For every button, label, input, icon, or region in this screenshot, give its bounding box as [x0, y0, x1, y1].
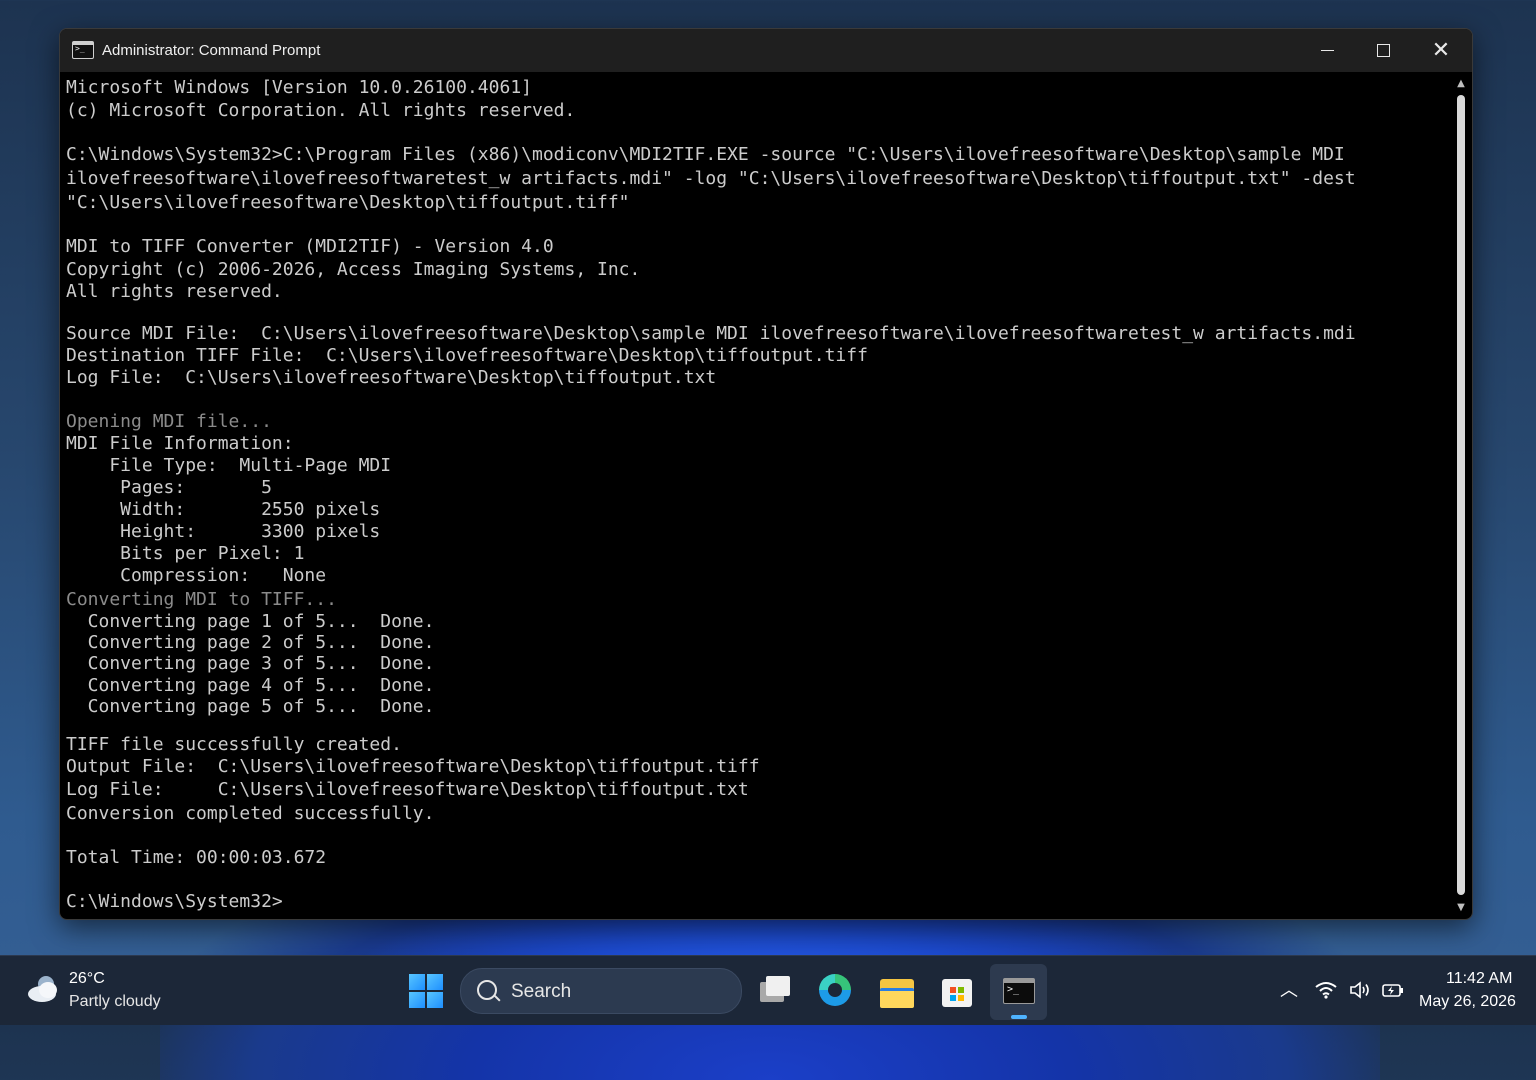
- task-view-button[interactable]: [755, 970, 795, 1010]
- scroll-up-arrow-icon[interactable]: ▲: [1454, 77, 1468, 91]
- console-line: Log File: C:\Users\ilovefreesoftware\Des…: [66, 367, 717, 388]
- console-line: Converting page 1 of 5... Done.: [66, 611, 435, 632]
- console-line: Pages: 5: [66, 477, 272, 498]
- console-line: Converting page 2 of 5... Done.: [66, 632, 435, 653]
- battery-charging-icon[interactable]: [1381, 980, 1405, 1000]
- console-line: Converting page 3 of 5... Done.: [66, 653, 435, 674]
- console-line: Converting page 4 of 5... Done.: [66, 675, 435, 696]
- weather-temperature[interactable]: 26°C: [69, 970, 105, 988]
- console-line: Conversion completed successfully.: [66, 803, 435, 824]
- console-line: Total Time: 00:00:03.672: [66, 847, 327, 868]
- console-line: ilovefreesoftware\ilovefreesoftwaretest_…: [66, 168, 1356, 189]
- close-icon: ✕: [1431, 37, 1451, 63]
- command-prompt-taskbar-button[interactable]: [990, 964, 1047, 1020]
- wifi-icon[interactable]: [1314, 980, 1338, 1000]
- console-line: Log File: C:\Users\ilovefreesoftware\Des…: [66, 779, 749, 800]
- maximize-icon: [1376, 44, 1390, 57]
- partly-cloudy-icon[interactable]: [26, 972, 62, 1004]
- console-line: File Type: Multi-Page MDI: [66, 455, 392, 476]
- console-line: MDI to TIFF Converter (MDI2TIF) - Versio…: [66, 236, 554, 257]
- microsoft-store-icon[interactable]: [937, 970, 977, 1010]
- taskbar: 26°C Partly cloudy Search ︿ 11:42 AM May…: [0, 955, 1536, 1025]
- weather-description[interactable]: Partly cloudy: [69, 993, 161, 1011]
- file-explorer-icon[interactable]: [877, 970, 917, 1010]
- active-app-indicator: [1011, 1015, 1027, 1019]
- start-button[interactable]: [409, 974, 443, 1008]
- command-prompt-icon: [72, 41, 94, 59]
- console-line: Microsoft Windows [Version 10.0.26100.40…: [66, 77, 532, 98]
- terminal-icon: [1003, 978, 1035, 1004]
- console-line: Bits per Pixel: 1: [66, 543, 305, 564]
- search-icon: [477, 980, 497, 1000]
- maximize-button[interactable]: [1354, 29, 1412, 72]
- console-line: Converting MDI to TIFF...: [66, 589, 337, 610]
- clock-date[interactable]: May 26, 2026: [1419, 993, 1516, 1011]
- minimize-icon: [1320, 50, 1334, 51]
- console-scrollbar[interactable]: ▲ ▼: [1454, 77, 1468, 915]
- console-line: C:\Windows\System32>C:\Program Files (x8…: [66, 144, 1345, 165]
- console-line: Converting page 5 of 5... Done.: [66, 696, 435, 717]
- edge-browser-icon[interactable]: [815, 970, 855, 1010]
- volume-icon[interactable]: [1349, 980, 1371, 1000]
- console-line: Opening MDI file...: [66, 411, 272, 432]
- taskbar-search-box[interactable]: Search: [460, 968, 742, 1014]
- console-line: TIFF file successfully created.: [66, 734, 402, 755]
- windows-logo-icon: [409, 974, 425, 990]
- close-button[interactable]: ✕: [1412, 29, 1470, 72]
- search-label: Search: [511, 981, 572, 1002]
- console-output[interactable]: Microsoft Windows [Version 10.0.26100.40…: [66, 77, 1446, 915]
- console-line: Compression: None: [66, 565, 327, 586]
- command-prompt-window[interactable]: Administrator: Command Prompt ✕ Microsof…: [59, 28, 1473, 920]
- title-bar[interactable]: Administrator: Command Prompt ✕: [60, 29, 1472, 72]
- console-line: Width: 2550 pixels: [66, 499, 381, 520]
- console-line: "C:\Users\ilovefreesoftware\Desktop\tiff…: [66, 192, 630, 213]
- scrollbar-thumb[interactable]: [1457, 95, 1465, 895]
- clock-time[interactable]: 11:42 AM: [1446, 970, 1512, 988]
- console-line: Destination TIFF File: C:\Users\ilovefre…: [66, 345, 868, 366]
- window-title: Administrator: Command Prompt: [102, 42, 321, 59]
- console-line: (c) Microsoft Corporation. All rights re…: [66, 100, 576, 121]
- minimize-button[interactable]: [1298, 29, 1356, 72]
- console-line: Height: 3300 pixels: [66, 521, 381, 542]
- console-line: MDI File Information:: [66, 433, 294, 454]
- console-prompt-line[interactable]: C:\Windows\System32>: [66, 891, 283, 913]
- scroll-down-arrow-icon[interactable]: ▼: [1454, 901, 1468, 915]
- console-line: Output File: C:\Users\ilovefreesoftware\…: [66, 756, 760, 777]
- console-line: Copyright (c) 2006-2026, Access Imaging …: [66, 259, 641, 280]
- chevron-up-icon[interactable]: ︿: [1280, 976, 1298, 1002]
- console-line: All rights reserved.: [66, 281, 283, 302]
- console-line: Source MDI File: C:\Users\ilovefreesoftw…: [66, 323, 1356, 344]
